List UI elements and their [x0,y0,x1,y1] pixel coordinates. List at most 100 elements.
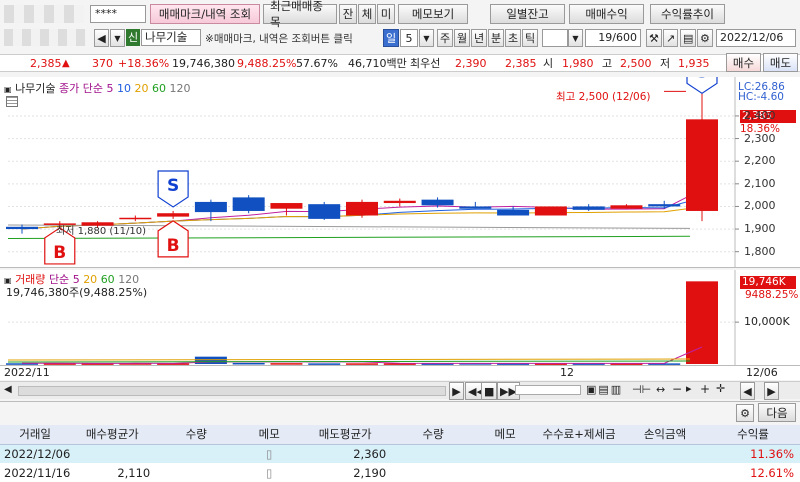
view-tools-icon[interactable]: ▣▤▥ [586,383,623,396]
trade-history-table: 거래일 매수평균가 수량 메모 매도평균가 수량 메모 수수료+제세금 손익금액… [0,425,800,482]
price-legend: ▣ 나무기술 종가 단순 5 10 20 60 120 [4,80,191,96]
price-change-pct: +18.36% [118,56,170,70]
table-row[interactable]: 2022/12/06 ▯ 2,360 11.36% [0,444,800,463]
row1-return: 11.36% [750,446,794,461]
x-label-dec: 12 [560,366,574,379]
low-label: 저 [660,57,671,70]
candle-body [572,206,605,210]
period-tab-tick[interactable]: 틱 [522,29,539,47]
header-sell-memo[interactable]: 메모 [476,425,534,444]
legend-ma-10: 10 [117,82,132,95]
speaker-icon[interactable]: ◀ [94,29,109,47]
header-buy-qty[interactable]: 수량 [154,425,238,444]
table-icon[interactable] [6,96,18,107]
ask-price: 2,390 [455,56,487,70]
header-pnl[interactable]: 손익금액 [624,425,706,444]
zoom-slider[interactable] [515,385,581,395]
tick-dropdown-icon[interactable]: ▼ [568,29,583,47]
period-unit-day[interactable]: 일 [383,29,400,47]
trend-tool-icon[interactable]: ↗ [663,29,679,47]
stop-icon[interactable]: ■ [481,382,498,400]
header-return[interactable]: 수익률 [706,425,800,444]
price-chart[interactable]: BBSS ▣ 나무기술 종가 단순 5 10 20 60 120 LC:26.8… [0,77,800,268]
low-price: 1,935 [678,56,710,70]
scroll-right-icon[interactable]: ▶ [449,382,464,400]
date-field[interactable]: 2022/12/06 [716,29,796,47]
candle-body [648,204,681,207]
balance-button[interactable]: 잔 [339,4,357,24]
chart-tool-icon[interactable]: ⚒ [646,29,662,47]
stock-name-field[interactable]: 나무기술 [141,29,201,46]
next-page-button[interactable]: 다음 [758,403,796,422]
stock-badge: 신 [126,29,140,46]
header-buy-avg[interactable]: 매수평균가 [70,425,154,444]
sell-marker-1-label: S [167,176,179,196]
buy-button[interactable]: 매수 [726,53,761,72]
row2-memo-icon[interactable]: ▯ [238,463,300,482]
legend-collapse-icon[interactable]: ▣ [4,85,12,94]
period-value-field[interactable]: 5 [400,29,418,47]
row1-pnl [624,444,706,463]
price-y-tick: 2,000 [744,199,776,213]
period-tab-minute[interactable]: 분 [488,29,505,47]
shrink-icon[interactable]: ↔ [656,383,665,396]
period-tab-month[interactable]: 월 [454,29,471,47]
zoom-in-icon[interactable]: + [700,382,710,396]
row1-memo-icon[interactable]: ▯ [238,444,300,463]
horizontal-scrollbar[interactable] [18,386,446,396]
header-fee[interactable]: 수수료+제세금 [534,425,624,444]
x-axis: 2022/11 12 12/06 [0,366,800,380]
drag-handle-icon[interactable]: ⊣⊢ [632,383,651,396]
page-right-icon[interactable]: ▶ [764,382,779,400]
table-row[interactable]: 2022/11/16 2,110 ▯ 2,190 12.61% [0,463,800,482]
scroll-middle-icon[interactable]: ▸ [686,382,692,395]
save-icon[interactable]: ▤ [680,29,697,47]
price-y-tick: 2,300 [744,131,776,145]
volume-value-text: 19,746,380주(9,488.25%) [6,286,148,299]
trade-profit-button[interactable]: 매매수익 [569,4,644,24]
price-y-tick: 1,800 [744,244,776,258]
volume-chart[interactable]: ▣ 거래량 단순 5 20 60 120 19,746,380주(9,488.2… [0,270,800,366]
period-tab-week[interactable]: 주 [437,29,454,47]
filled-button[interactable]: 체 [358,4,376,24]
legend-ma-120: 120 [169,82,191,95]
trade-amount: 46,710백만 [348,57,407,70]
header-sell-qty[interactable]: 수량 [390,425,476,444]
best-quote-label: 최우선 [410,57,441,70]
period-dropdown-icon[interactable]: ▼ [419,29,434,47]
legend-stock-name: 나무기술 [15,82,56,95]
page-left-icon[interactable]: ◀ [740,382,755,400]
recent-trades-button[interactable]: 최근매매종목 [263,0,337,29]
zoom-out-icon[interactable]: − [672,382,682,396]
price-y-tick: 2,100 [744,176,776,190]
tick-input-field[interactable] [542,29,568,47]
period-tab-second[interactable]: 초 [505,29,522,47]
memo-view-button[interactable]: 메모보기 [398,4,468,24]
row2-sell-avg: 2,190 [353,465,387,480]
up-arrow-icon: ▲ [62,57,70,69]
account-password-field[interactable]: **** [90,5,146,23]
row1-buy-avg [70,444,154,463]
fit-icon[interactable]: ✛ [716,382,725,395]
volume-current-tag: 19,746K [740,276,796,289]
volume-y-tick: 10,000K [744,315,790,328]
bid-price: 2,385 [505,56,537,70]
row1-date: 2022/12/06 [4,446,71,461]
buy-marker-2-label: B [167,236,180,256]
scroll-left-icon[interactable]: ◀ [4,384,12,395]
row2-return: 12.61% [750,465,794,480]
settings-gear-icon[interactable]: ⚙ [697,29,713,47]
sell-button[interactable]: 매도 [763,53,798,72]
daily-balance-button[interactable]: 일별잔고 [490,4,565,24]
header-buy-memo[interactable]: 메모 [238,425,300,444]
legend-ma-label: 종가 단순 [59,82,104,95]
unfilled-button[interactable]: 미 [377,4,395,24]
header-sell-avg[interactable]: 매도평균가 [300,425,390,444]
return-trend-button[interactable]: 수익률추이 [650,4,725,24]
table-settings-gear-icon[interactable]: ⚙ [736,404,754,422]
dropdown-arrow-icon[interactable]: ▼ [110,29,125,47]
trade-mark-query-button[interactable]: 매매마크/내역 조회 [150,4,260,24]
header-date[interactable]: 거래일 [0,425,70,444]
period-tab-year[interactable]: 년 [471,29,488,47]
volume-bar [270,363,303,365]
